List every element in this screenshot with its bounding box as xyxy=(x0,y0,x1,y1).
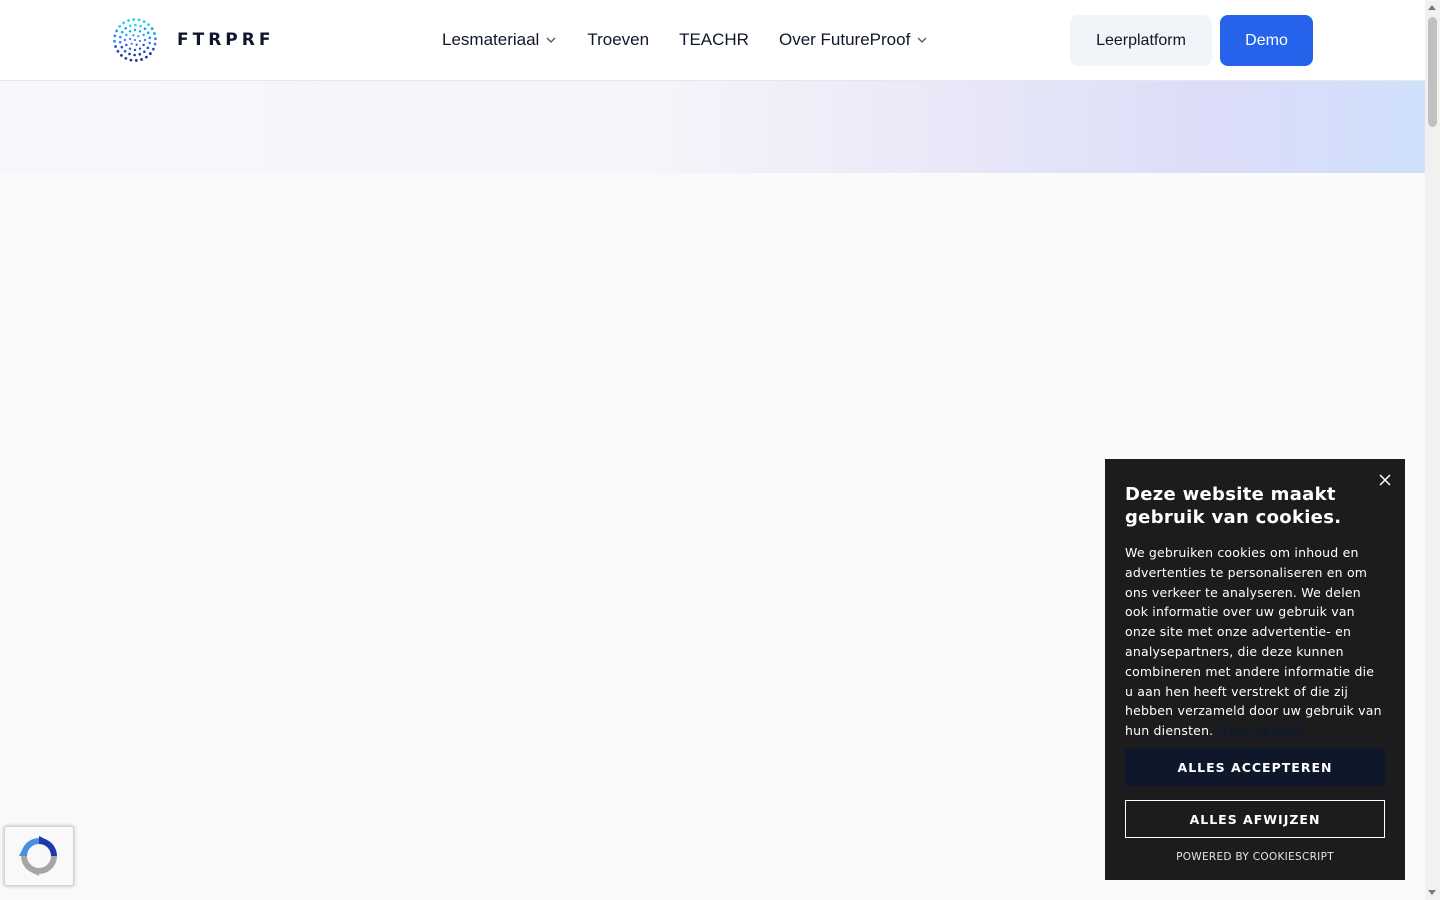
accept-all-button[interactable]: ALLES ACCEPTEREN xyxy=(1125,748,1385,786)
logo-dot xyxy=(124,56,128,60)
logo-dot xyxy=(118,40,122,44)
privacy-policy-link[interactable]: Privacybeleid xyxy=(1216,723,1302,738)
logo-dot xyxy=(140,58,143,61)
logo-dot xyxy=(120,30,124,34)
logo-dot xyxy=(113,34,117,38)
leerplatform-button[interactable]: Leerplatform xyxy=(1070,15,1212,66)
logo-dot xyxy=(143,50,146,54)
logo-dot xyxy=(143,27,147,31)
reject-all-button[interactable]: ALLES AFWIJZEN xyxy=(1125,800,1385,838)
logo-dot xyxy=(124,26,127,30)
logo-dot xyxy=(153,32,156,35)
logo-dot xyxy=(146,31,150,35)
logo-dot xyxy=(115,29,119,33)
logo-dot xyxy=(137,35,140,38)
logo-dot xyxy=(133,48,137,52)
logo-dot xyxy=(148,41,151,45)
logo-dot xyxy=(119,35,122,39)
nav-lesmateriaal-label: Lesmateriaal xyxy=(442,30,540,49)
cookie-title: Deze website maakt gebruik van cookies. xyxy=(1125,484,1342,528)
cookie-body: We gebruiken cookies om inhoud en advert… xyxy=(1125,543,1385,741)
logo-dot xyxy=(148,36,152,40)
logo-dot xyxy=(125,43,128,47)
scroll-thumb[interactable] xyxy=(1428,17,1437,127)
logo-dot xyxy=(139,24,142,28)
dot-sphere-logo-icon xyxy=(113,18,157,62)
nav-over-futureproof-label: Over FutureProof xyxy=(778,30,911,49)
logo-dot xyxy=(128,30,132,33)
logo-dot xyxy=(137,18,141,22)
logo-dot xyxy=(133,38,137,42)
nav-over-futureproof[interactable]: Over FutureProof xyxy=(779,30,928,50)
hero-gradient-band xyxy=(0,81,1425,173)
logo-dot xyxy=(142,43,145,47)
logo-dot xyxy=(151,47,155,51)
logo-dot xyxy=(116,49,120,53)
logo-dot xyxy=(142,33,145,37)
scroll-up-arrow-icon[interactable] xyxy=(1428,5,1436,10)
logo-dot xyxy=(122,21,126,25)
logo-dot xyxy=(133,53,136,57)
scroll-down-arrow-icon[interactable] xyxy=(1428,890,1436,895)
demo-button[interactable]: Demo xyxy=(1220,15,1313,66)
logo-dot xyxy=(147,23,150,27)
page: FTRPRF Lesmateriaal Troeven TEACHR Over … xyxy=(0,0,1425,900)
logo-dot xyxy=(134,59,138,62)
close-icon[interactable] xyxy=(1378,473,1392,487)
cookie-body-text: We gebruiken cookies om inhoud en advert… xyxy=(1125,545,1382,739)
logo-dot xyxy=(134,23,137,27)
logo-dot xyxy=(128,24,132,28)
logo-dot xyxy=(142,20,146,24)
logo-dot xyxy=(114,45,117,48)
logo-dot xyxy=(129,37,132,41)
logo-dot xyxy=(138,30,142,33)
powered-by-link[interactable]: POWERED BY COOKIESCRIPT xyxy=(1105,851,1405,863)
logo-text: FTRPRF xyxy=(177,30,275,50)
nav-lesmateriaal[interactable]: Lesmateriaal xyxy=(442,30,557,50)
logo-dot xyxy=(132,18,136,21)
logo-dot xyxy=(123,49,127,53)
nav-teachr[interactable]: TEACHR xyxy=(679,30,749,50)
logo-dot xyxy=(138,39,141,43)
logo-dot xyxy=(154,37,157,41)
recaptcha-icon xyxy=(19,836,57,876)
logo-dot xyxy=(148,52,152,55)
logo-dot xyxy=(143,38,147,42)
logo-dot xyxy=(128,47,132,50)
logo-dot xyxy=(146,46,150,50)
site-header: FTRPRF Lesmateriaal Troeven TEACHR Over … xyxy=(0,0,1425,81)
logo-dot xyxy=(129,58,133,62)
recaptcha-badge[interactable] xyxy=(4,826,74,886)
logo-dot xyxy=(132,34,135,37)
logo-dot xyxy=(144,55,148,59)
logo-dot xyxy=(118,25,122,28)
logo-dot xyxy=(153,42,157,46)
logo-dot xyxy=(138,47,142,50)
logo-dot xyxy=(133,28,137,32)
logo-dot xyxy=(123,38,127,42)
chevron-down-icon xyxy=(917,37,927,43)
logo-dot xyxy=(120,53,123,57)
vertical-scrollbar[interactable] xyxy=(1425,0,1440,900)
logo-dot xyxy=(130,42,133,45)
nav-teachr-label: TEACHR xyxy=(679,30,749,49)
cookie-dialog: Deze website maakt gebruik van cookies. … xyxy=(1105,459,1405,880)
logo-dot xyxy=(128,52,131,56)
logo-dot xyxy=(113,39,116,43)
logo-dot xyxy=(120,45,124,49)
chevron-down-icon xyxy=(546,37,556,43)
logo-dot xyxy=(138,52,142,56)
logo-dot xyxy=(135,43,138,46)
main-nav: Lesmateriaal Troeven TEACHR Over FutureP… xyxy=(442,27,928,53)
logo-dot xyxy=(125,33,128,37)
logo-dot xyxy=(127,19,130,22)
logo-dot xyxy=(150,27,154,31)
nav-troeven-label: Troeven xyxy=(587,30,650,49)
nav-troeven[interactable]: Troeven xyxy=(587,30,649,50)
logo-link[interactable]: FTRPRF xyxy=(112,16,274,64)
